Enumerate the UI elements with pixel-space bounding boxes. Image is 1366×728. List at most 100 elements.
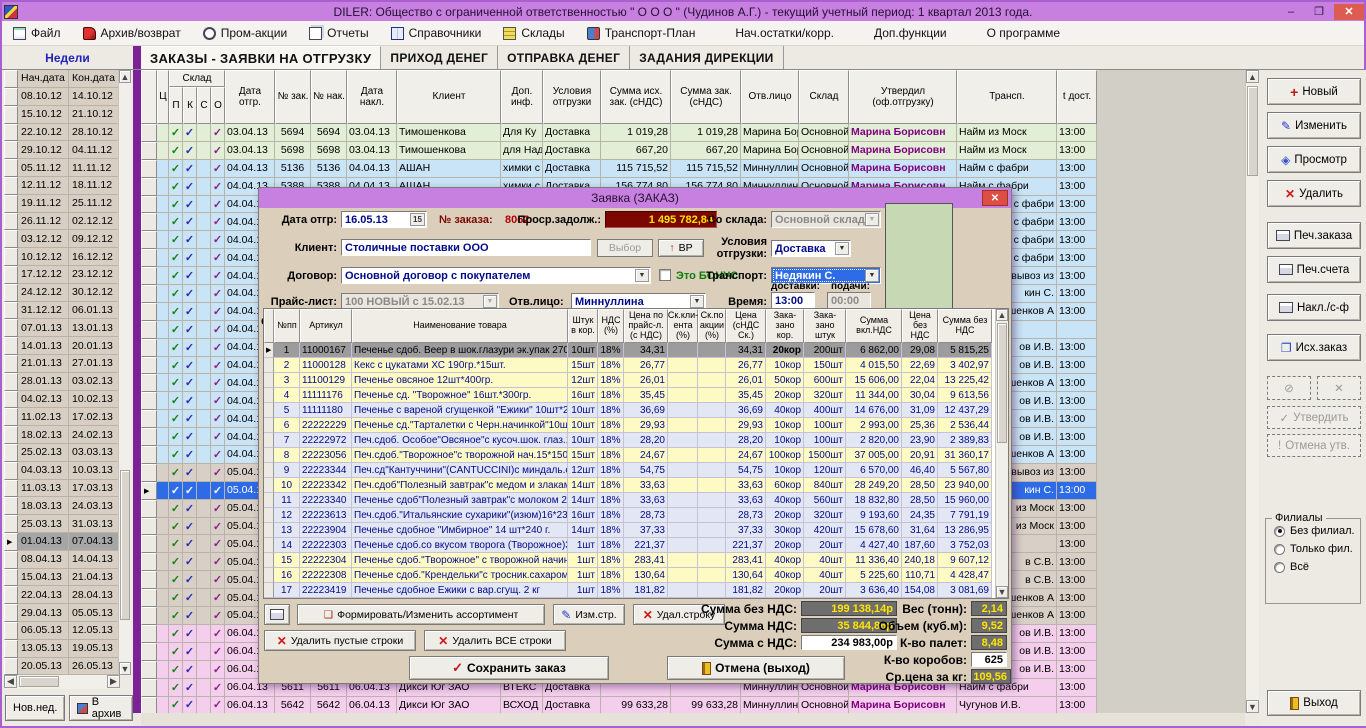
week-row-marker[interactable] [4,283,18,302]
feed-time-field[interactable]: 00:00 [827,292,871,309]
close-icon[interactable]: ✕ [1334,3,1364,20]
week-row[interactable]: 21.01.13 27.01.13 [4,354,120,373]
week-row[interactable]: 18.03.13 24.03.13 [4,497,120,516]
menu-item[interactable]: Нач.остатки/корр. [706,21,845,45]
product-row[interactable]: 9 22223344 Печ.сд"Кантуччини"(CANTUCCINI… [264,463,1008,478]
menu-item[interactable]: Пром-акции [192,21,298,45]
print-button[interactable] [264,604,290,625]
week-row-marker[interactable] [4,354,18,373]
delivery-time-field[interactable]: 13:00 [771,292,815,309]
week-row[interactable]: 29.10.12 04.11.12 [4,141,120,160]
week-row-marker[interactable] [4,265,18,284]
week-row[interactable]: 08.10.12 14.10.12 [4,88,120,106]
week-row-marker[interactable] [4,426,18,444]
delete-empty-rows-button[interactable]: ✕ Удалить пустые строки [264,630,416,651]
weeks-scrollbar[interactable]: ▲ ▼ [118,70,131,675]
choose-button[interactable]: Выбор [597,239,653,257]
table-row[interactable]: 06.04.13 5642 5642 06.04.13 Дикси Юг ЗАО… [141,696,1097,713]
week-row-marker[interactable] [4,532,18,551]
row-marker[interactable] [141,678,157,697]
approve-button[interactable]: ✓ Утвердить [1267,406,1361,429]
grid-scrollbar[interactable]: ▲ ▼ [1245,70,1259,713]
unapprove-button[interactable]: ! Отмена утв. [1267,434,1361,457]
print-order-button[interactable]: Печ.заказа [1267,222,1361,249]
product-row[interactable]: 6 22222229 Печенье сд."Тарталетки с Черн… [264,418,1008,433]
row-marker[interactable] [141,213,157,232]
week-row-marker[interactable] [4,621,18,640]
product-row[interactable]: 7 22222972 Печ.сдоб. Особое"Овсяное"с ку… [264,433,1008,448]
row-marker[interactable] [141,517,157,536]
row-marker[interactable] [141,428,157,447]
row-marker[interactable] [141,696,157,713]
cancel-button[interactable]: Отмена (выход) [667,656,845,680]
edit-button[interactable]: ✎ Изменить [1267,112,1361,139]
week-row-marker[interactable] [4,105,18,124]
tab[interactable]: ПРИХОД ДЕНЕГ [381,46,499,69]
week-row[interactable]: 26.11.12 02.12.12 [4,212,120,231]
scroll-down-icon[interactable]: ▼ [1246,700,1259,713]
scroll-up-icon[interactable]: ▲ [996,309,1008,321]
week-row-marker[interactable] [4,461,18,480]
row-marker[interactable] [141,410,157,429]
week-row-marker[interactable] [4,586,18,605]
product-row[interactable]: 2 11000128 Кекс с цукатами ХС 190гр.*15ш… [264,358,1008,373]
row-marker[interactable] [141,302,157,321]
menu-item[interactable]: Архив/возврат [72,21,192,45]
menu-item[interactable]: Файл [2,21,72,45]
row-marker[interactable] [141,499,157,518]
row-marker[interactable] [141,124,157,142]
scroll-up-icon[interactable]: ▲ [119,70,131,83]
week-row-marker[interactable] [4,443,18,462]
week-row[interactable]: 20.05.13 26.05.13 [4,657,120,676]
scrollbar-thumb[interactable] [1247,86,1258,176]
chevron-down-icon[interactable]: ▼ [483,295,497,308]
waybill-button[interactable]: Накл./с-ф [1267,294,1361,321]
row-marker[interactable] [141,338,157,357]
week-row[interactable]: 29.04.13 05.05.13 [4,604,120,622]
week-row[interactable]: 11.03.13 17.03.13 [4,479,120,498]
bonus-checkbox[interactable] [659,269,671,281]
week-row-marker[interactable] [4,301,18,320]
source-order-button[interactable]: ❐ Исх.заказ [1267,334,1361,361]
row-marker[interactable] [141,660,157,679]
week-row-marker[interactable] [4,319,18,338]
scrollbar-thumb[interactable] [19,676,59,687]
menu-item[interactable]: Склады [492,21,575,45]
row-marker[interactable] [141,195,157,214]
product-row[interactable]: 4 11111176 Печенье сд. "Творожное" 16шт.… [264,388,1008,403]
product-row[interactable]: 10 22223342 Печ.сдоб"Полезный завтрак"с … [264,478,1008,493]
week-row-marker[interactable] [4,248,18,266]
product-row[interactable]: 14 22222303 Печенье сдоб.со вкусом творо… [264,538,1008,553]
week-row-marker[interactable] [4,568,18,587]
close-icon[interactable]: ✕ [982,190,1008,206]
row-marker[interactable] [141,481,157,500]
product-row[interactable]: 11 22223340 Печенье сдоб"Полезный завтра… [264,493,1008,508]
week-row[interactable]: 04.02.13 10.02.13 [4,390,120,409]
radio-no-branches[interactable]: Без филиал. [1274,525,1360,537]
ship-date-field[interactable]: 16.05.13 15 [341,211,427,228]
contract-select[interactable]: Основной договор с покупателем ▼ [341,267,651,284]
to-archive-button[interactable]: В архив [69,695,133,721]
product-row[interactable]: 16 22222308 Печенье сдоб."Крендельки"с т… [264,568,1008,583]
product-row[interactable]: 1 11000167 Печенье сдоб. Веер в шок.глаз… [264,343,1008,358]
chevron-down-icon[interactable]: ▼ [835,242,849,255]
radio-all[interactable]: Всё [1274,561,1360,573]
week-row-marker[interactable] [4,159,18,177]
week-row-marker[interactable] [4,194,18,213]
calendar-icon[interactable]: 15 [410,213,425,226]
tab[interactable]: ЗАКАЗЫ - ЗАЯВКИ НА ОТГРУЗКУ [141,46,382,69]
row-marker[interactable] [141,446,157,464]
tab[interactable]: ЗАДАНИЯ ДИРЕКЦИИ [630,46,784,69]
table-row[interactable]: 04.04.13 5136 5136 04.04.13 АШАН химки с… [141,159,1097,178]
minimize-icon[interactable]: – [1278,4,1304,20]
week-row[interactable]: 22.04.13 28.04.13 [4,586,120,605]
week-row[interactable]: 24.12.12 30.12.12 [4,283,120,302]
delete-button[interactable]: ✕ Удалить [1267,180,1361,207]
table-row[interactable]: 03.04.13 5698 5698 03.04.13 Тимошенкова … [141,141,1097,160]
week-row-marker[interactable] [4,639,18,658]
product-row[interactable]: 15 22222304 Печенье сдоб."Творожное" с т… [264,553,1008,568]
view-button[interactable]: ◈ Просмотр [1267,146,1361,173]
menu-item[interactable]: О программе [958,21,1071,45]
chevron-down-icon[interactable]: ▼ [635,269,649,282]
week-row[interactable]: 25.02.13 03.03.13 [4,443,120,462]
